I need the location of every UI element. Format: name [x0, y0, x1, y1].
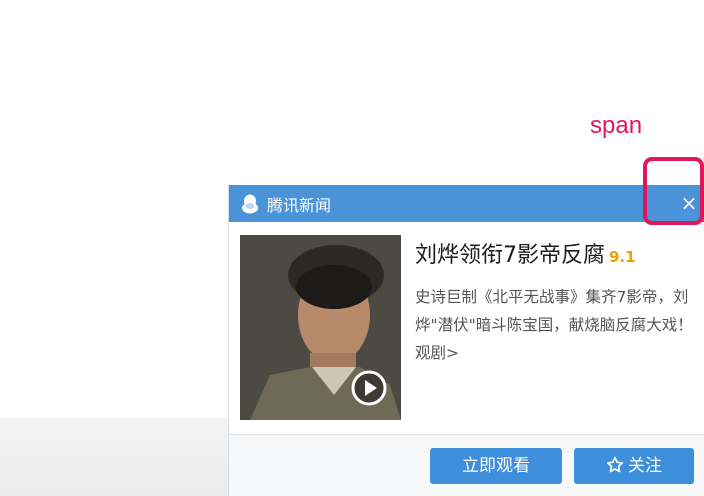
follow-button[interactable]: 关注 — [574, 448, 694, 484]
annotation-label: span — [590, 112, 643, 139]
popup-footer: 立即观看 关注 — [229, 435, 704, 496]
star-icon — [606, 456, 624, 473]
video-thumbnail[interactable] — [240, 235, 401, 420]
news-headline[interactable]: 刘烨领衔7影帝反腐 9.1 — [415, 237, 636, 269]
popup-header: 腾讯新闻 × — [229, 185, 704, 222]
watch-now-label: 立即观看 — [462, 456, 530, 476]
annotation-highlight-box — [643, 157, 704, 225]
news-description[interactable]: 史诗巨制《北平无战事》集齐7影帝，刘烨"潜伏"暗斗陈宝国，献烧脑反腐大戏！观剧> — [415, 283, 701, 367]
headline-text: 刘烨领衔7影帝反腐 — [415, 243, 605, 268]
qq-penguin-icon — [242, 194, 258, 214]
play-icon[interactable] — [350, 369, 388, 407]
watch-now-button[interactable]: 立即观看 — [430, 448, 562, 484]
popup-title: 腾讯新闻 — [267, 196, 332, 215]
rating-score: 9.1 — [609, 248, 636, 266]
follow-label: 关注 — [628, 456, 662, 476]
news-popup: 腾讯新闻 × 刘烨领衔7影帝反腐 9.1 史诗巨制《北平无战事》集齐7影帝，刘烨"… — [228, 185, 704, 496]
